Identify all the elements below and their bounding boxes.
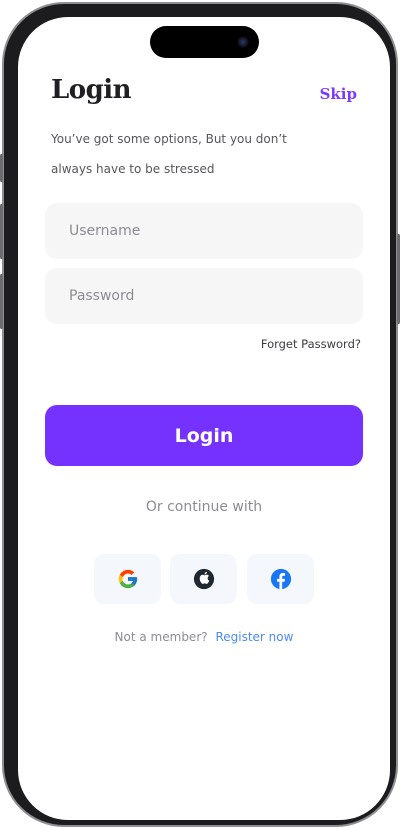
app-screen: Login Skip You’ve got some options, But … bbox=[18, 17, 390, 820]
phone-frame: Login Skip You’ve got some options, But … bbox=[0, 2, 400, 827]
google-login-button[interactable] bbox=[94, 554, 161, 604]
login-button[interactable]: Login bbox=[45, 405, 363, 466]
password-input[interactable] bbox=[45, 268, 363, 324]
google-icon bbox=[118, 569, 137, 589]
dynamic-island bbox=[150, 26, 259, 58]
page-title: Login bbox=[51, 75, 132, 105]
not-member-text: Not a member? bbox=[114, 630, 208, 644]
volume-up-button bbox=[0, 204, 3, 259]
register-prompt: Not a member? Register now bbox=[18, 630, 390, 644]
volume-down-button bbox=[0, 274, 3, 329]
mute-switch bbox=[0, 154, 3, 182]
apple-login-button[interactable] bbox=[170, 554, 237, 604]
apple-icon bbox=[193, 568, 214, 590]
camera-icon bbox=[237, 36, 249, 48]
register-link[interactable]: Register now bbox=[215, 630, 293, 644]
skip-link[interactable]: Skip bbox=[320, 85, 357, 103]
forget-password-link[interactable]: Forget Password? bbox=[261, 337, 361, 351]
facebook-login-button[interactable] bbox=[247, 554, 314, 604]
facebook-icon bbox=[270, 568, 291, 590]
or-continue-divider: Or continue with bbox=[145, 499, 263, 515]
page-subtitle: You’ve got some options, But you don’t a… bbox=[51, 132, 287, 176]
username-input[interactable] bbox=[45, 203, 363, 259]
